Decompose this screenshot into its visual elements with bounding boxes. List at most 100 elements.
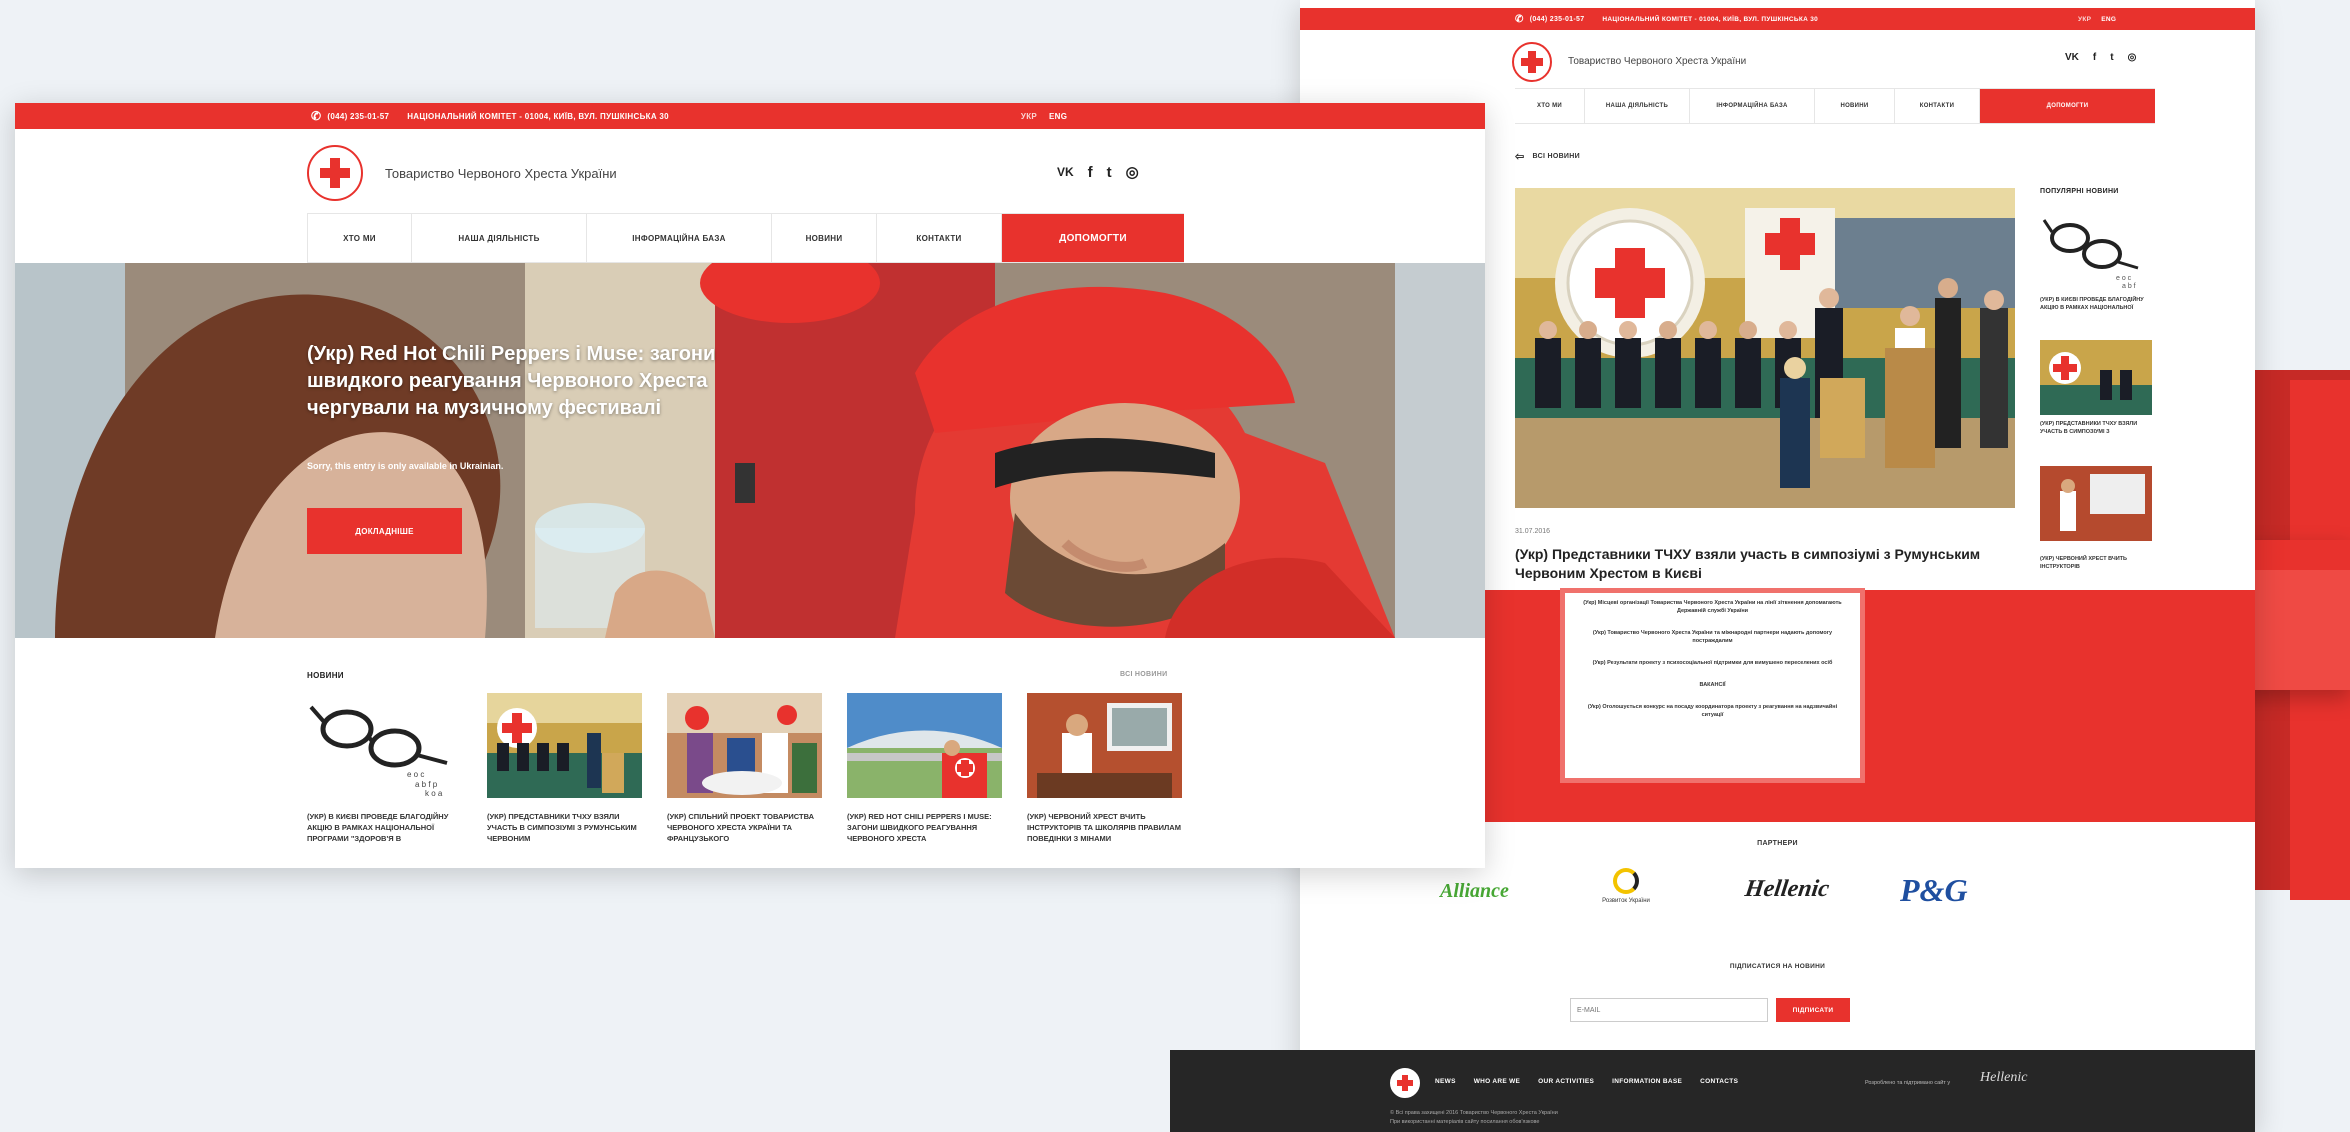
news-thumb-5[interactable] [1027, 693, 1182, 798]
twitter-icon[interactable]: t [1107, 164, 1112, 181]
left-social-links: VK f t ◎ [1057, 163, 1139, 182]
nav-info-base[interactable]: ІНФОРМАЦІЙНА БАЗА [587, 214, 772, 262]
lang-eng[interactable]: ENG [1049, 112, 1067, 121]
footer-nav: NEWS WHO ARE WE OUR ACTIVITIES INFORMATI… [1435, 1078, 1738, 1085]
right-org-name: Товариство Червоного Хреста України [1568, 56, 1747, 67]
subscribe-button[interactable]: ПІДПИСАТИ [1776, 998, 1850, 1022]
footer-link-news[interactable]: NEWS [1435, 1078, 1456, 1085]
vacancies-heading: ВАКАНСІЇ [1699, 682, 1726, 688]
svg-text:k o a: k o a [425, 789, 443, 798]
topbar-phone: (044) 235-01-57 [1529, 15, 1585, 23]
arrow-left-icon: ⇦ [1515, 151, 1525, 163]
feature-line-2[interactable]: (Укр) Товариство Червоного Хреста Україн… [1579, 629, 1846, 645]
footer-logo[interactable] [1390, 1068, 1420, 1098]
red-cross-icon [320, 158, 350, 188]
nav-our-activity[interactable]: НАША ДІЯЛЬНІСТЬ [412, 214, 587, 262]
subscribe-heading: ПІДПИСАТИСЯ НА НОВИНИ [1729, 963, 1826, 970]
all-news-link[interactable]: ВСІ НОВИНИ [1120, 671, 1167, 678]
right-social-links: VK f t ◎ [2065, 52, 2136, 63]
instagram-icon[interactable]: ◎ [2128, 52, 2137, 63]
red-feature-box: (Укр) Місцеві організації Товариства Чер… [1560, 588, 1865, 783]
lang-eng[interactable]: ENG [2101, 16, 2116, 23]
nav-contacts[interactable]: КОНТАКТИ [1895, 89, 1980, 123]
right-main-nav: ХТО МИ НАША ДІЯЛЬНІСТЬ ІНФОРМАЦІЙНА БАЗА… [1515, 88, 2155, 124]
topbar-address: НАЦІОНАЛЬНИЙ КОМІТЕТ - 01004, КИЇВ, ВУЛ.… [1602, 15, 1819, 23]
nav-help[interactable]: ДОПОМОГТИ [1980, 89, 2155, 123]
news-title-3[interactable]: (УКР) СПІЛЬНИЙ ПРОЕКТ ТОВАРИСТВА ЧЕРВОНО… [667, 811, 822, 844]
news-thumb-1[interactable]: e o ca b f pk o a [307, 693, 462, 798]
hero-more-button[interactable]: ДОКЛАДНІШЕ [307, 508, 462, 554]
news-thumb-3[interactable] [667, 693, 822, 798]
partner-rozvytok-icon [1613, 868, 1639, 894]
facebook-icon[interactable]: f [2093, 52, 2096, 63]
partner-hellenic[interactable]: Hellenic [1743, 876, 1831, 903]
news-title-1[interactable]: (УКР) В КИЄВІ ПРОВЕДЕ БЛАГОДІЙНУ АКЦІЮ В… [307, 811, 462, 844]
facebook-icon[interactable]: f [1088, 164, 1093, 181]
feature-line-5[interactable]: (Укр) Оголошується конкурс на посаду коо… [1579, 703, 1846, 719]
footer-link-contacts[interactable]: CONTACTS [1700, 1078, 1738, 1085]
svg-text:a b f: a b f [2122, 283, 2136, 290]
left-topbar: ✆ (044) 235-01-57 НАЦІОНАЛЬНИЙ КОМІТЕТ -… [15, 103, 1485, 129]
partner-alliance[interactable]: Alliance [1440, 880, 1509, 903]
feature-line-3[interactable]: (Укр) Результати проекту з психосоціальн… [1579, 659, 1846, 667]
hero-subtitle: Sorry, this entry is only available in U… [307, 461, 504, 471]
footer-dev-text: Розроблено та підтримано сайт у [1865, 1080, 1951, 1086]
svg-text:a b f p: a b f p [415, 780, 438, 789]
nav-our-activity[interactable]: НАША ДІЯЛЬНІСТЬ [1585, 89, 1690, 123]
nav-contacts[interactable]: КОНТАКТИ [877, 214, 1002, 262]
sidebar-item-3[interactable]: (УКР) ЧЕРВОНИЙ ХРЕСТ ВЧИТЬ ІНСТРУКТОРІВ [2040, 555, 2152, 571]
vk-icon[interactable]: VK [1057, 165, 1074, 179]
email-field[interactable] [1570, 998, 1768, 1022]
hero-title[interactable]: (Укр) Red Hot Chili Peppers і Muse: заго… [307, 341, 807, 422]
footer-link-who[interactable]: WHO ARE WE [1474, 1078, 1520, 1085]
footer-copyright-2: При використанні матеріалів сайту посила… [1390, 1119, 1540, 1125]
svg-text:e o c: e o c [407, 770, 424, 779]
article-date: 31.07.2016 [1515, 528, 1551, 535]
sidebar-thumb-symposium[interactable] [2040, 340, 2152, 415]
article-title[interactable]: (Укр) Представники ТЧХУ взяли участь в с… [1515, 545, 1995, 583]
news-title-5[interactable]: (УКР) ЧЕРВОНИЙ ХРЕСТ ВЧИТЬ ІНСТРУКТОРІВ … [1027, 811, 1182, 844]
red-cross-icon [1397, 1075, 1413, 1091]
footer [1170, 1050, 2255, 1132]
sidebar-item-2[interactable]: (УКР) ПРЕДСТАВНИКИ ТЧХУ ВЗЯЛИ УЧАСТЬ В С… [2040, 420, 2152, 436]
nav-news[interactable]: НОВИНИ [1815, 89, 1895, 123]
nav-help[interactable]: ДОПОМОГТИ [1002, 214, 1184, 262]
back-link[interactable]: ⇦ ВСІ НОВИНИ [1515, 150, 1580, 163]
svg-text:e o c: e o c [2116, 275, 2132, 282]
footer-link-info[interactable]: INFORMATION BASE [1612, 1078, 1682, 1085]
partner-pg[interactable]: P&G [1900, 872, 1968, 909]
news-title-4[interactable]: (УКР) RED HOT CHILI PEPPERS І MUSE: ЗАГО… [847, 811, 1002, 844]
nav-news[interactable]: НОВИНИ [772, 214, 877, 262]
news-heading: НОВИНИ [307, 671, 344, 680]
news-thumb-4[interactable] [847, 693, 1002, 798]
sidebar-thumb-training[interactable] [2040, 466, 2152, 541]
red-cross-icon [1521, 51, 1543, 73]
phone-icon: ✆ [1515, 13, 1524, 25]
feature-line-1[interactable]: (Укр) Місцеві організації Товариства Чер… [1579, 599, 1846, 615]
footer-signature[interactable]: Hellenic [1980, 1070, 2027, 1086]
left-browser-window: ✆ (044) 235-01-57 НАЦІОНАЛЬНИЙ КОМІТЕТ -… [15, 103, 1485, 868]
topbar-address: НАЦІОНАЛЬНИЙ КОМІТЕТ - 01004, КИЇВ, ВУЛ.… [407, 111, 669, 121]
partner-rozvytok[interactable]: Розвиток України [1596, 868, 1656, 904]
left-logo[interactable] [307, 145, 363, 201]
nav-info-base[interactable]: ІНФОРМАЦІЙНА БАЗА [1690, 89, 1815, 123]
nav-who-we-are[interactable]: ХТО МИ [1515, 89, 1585, 123]
news-thumb-2[interactable] [487, 693, 642, 798]
right-topbar: ✆ (044) 235-01-57 НАЦІОНАЛЬНИЙ КОМІТЕТ -… [1300, 8, 2255, 30]
sidebar-heading: ПОПУЛЯРНІ НОВИНИ [2040, 188, 2119, 195]
sidebar-thumb-glasses[interactable]: e o ca b f [2040, 210, 2152, 292]
nav-who-we-are[interactable]: ХТО МИ [307, 214, 412, 262]
right-logo[interactable] [1512, 42, 1552, 82]
left-main-nav: ХТО МИ НАША ДІЯЛЬНІСТЬ ІНФОРМАЦІЙНА БАЗА… [307, 213, 1184, 263]
sidebar-item-1[interactable]: (УКР) В КИЄВІ ПРОВЕДЕ БЛАГОДІЙНУ АКЦІЮ В… [2040, 296, 2152, 312]
article-image [1515, 188, 2015, 508]
instagram-icon[interactable]: ◎ [1126, 163, 1139, 181]
left-org-name: Товариство Червоного Хреста України [385, 166, 617, 181]
vk-icon[interactable]: VK [2065, 52, 2079, 63]
footer-link-activities[interactable]: OUR ACTIVITIES [1538, 1078, 1594, 1085]
twitter-icon[interactable]: t [2110, 52, 2113, 63]
lang-ukr[interactable]: УКР [1021, 112, 1037, 121]
phone-icon: ✆ [311, 109, 322, 123]
news-title-2[interactable]: (УКР) ПРЕДСТАВНИКИ ТЧХУ ВЗЯЛИ УЧАСТЬ В С… [487, 811, 642, 844]
lang-ukr[interactable]: УКР [2078, 16, 2091, 23]
